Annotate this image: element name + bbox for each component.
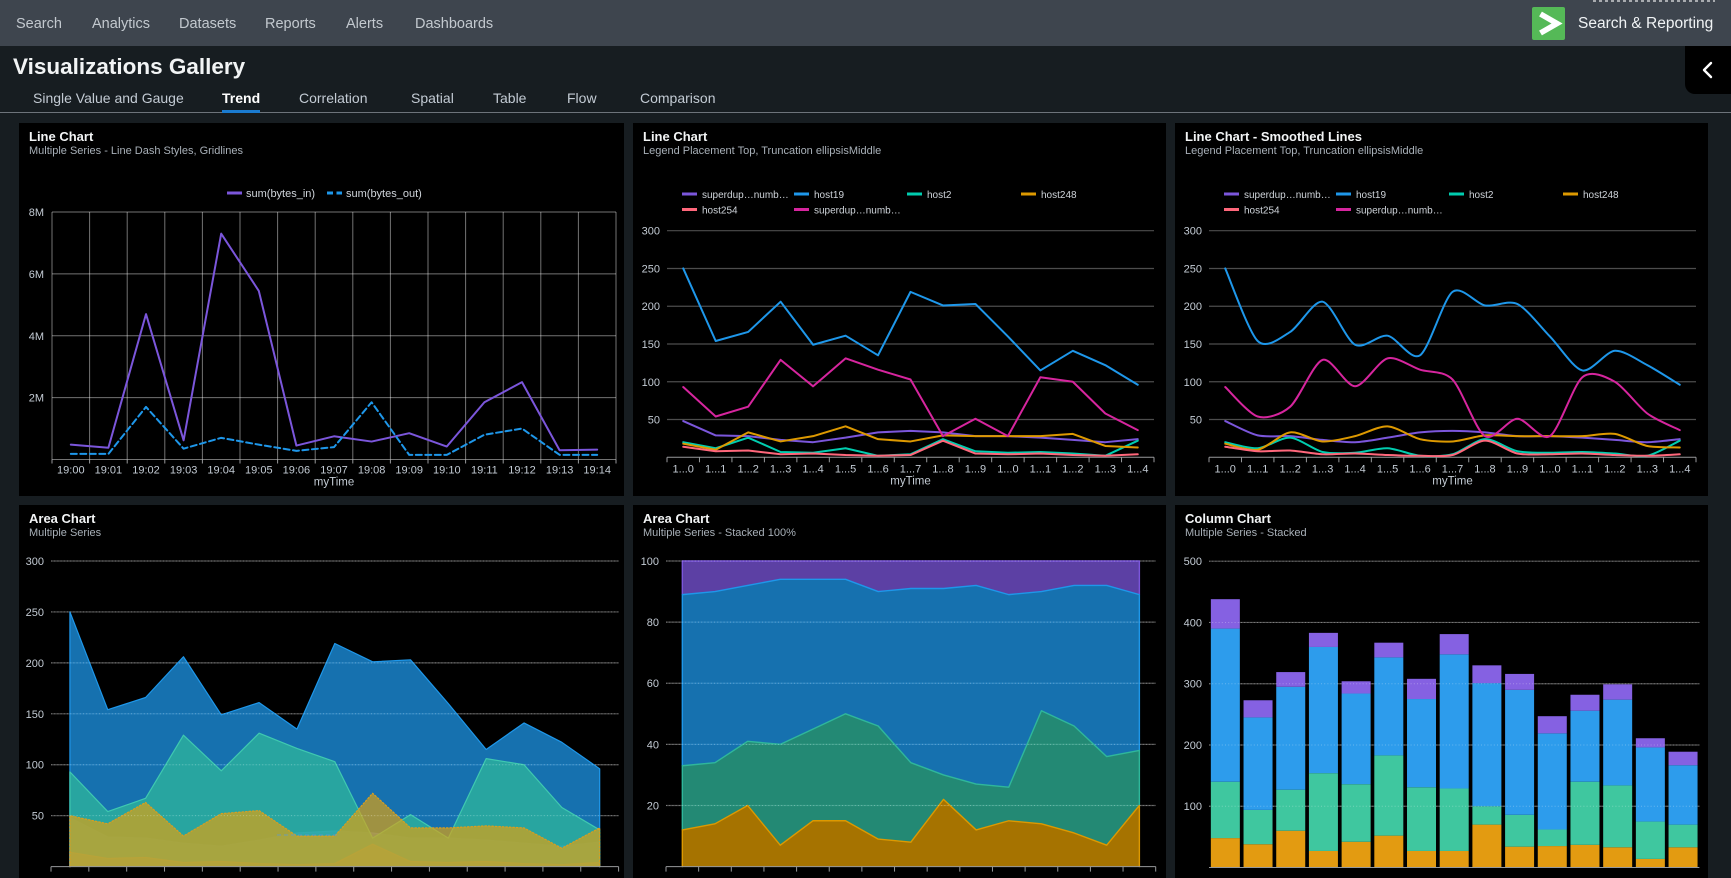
svg-text:100: 100 (1184, 801, 1202, 813)
svg-text:19:08: 19:08 (358, 465, 386, 477)
svg-text:200: 200 (1184, 301, 1202, 313)
svg-text:400: 400 (1184, 617, 1202, 629)
svg-text:19:09: 19:09 (395, 465, 423, 477)
svg-text:100: 100 (26, 760, 44, 772)
svg-text:19:14: 19:14 (583, 465, 611, 477)
svg-text:250: 250 (26, 607, 44, 619)
svg-text:1...0: 1...0 (997, 463, 1018, 475)
svg-text:1...9: 1...9 (1507, 463, 1528, 475)
svg-text:host254: host254 (1244, 206, 1280, 217)
svg-text:4M: 4M (29, 331, 44, 343)
svg-text:500: 500 (1184, 556, 1202, 568)
svg-text:host19: host19 (1356, 190, 1386, 201)
svg-text:100: 100 (1184, 377, 1202, 389)
svg-text:1...2: 1...2 (1604, 463, 1625, 475)
svg-text:host254: host254 (702, 206, 738, 217)
svg-text:1...0: 1...0 (1215, 463, 1236, 475)
svg-text:1...8: 1...8 (1474, 463, 1495, 475)
svg-text:1...0: 1...0 (1539, 463, 1560, 475)
svg-text:superdup…numb…: superdup…numb… (814, 206, 901, 217)
svg-text:myTime: myTime (890, 475, 930, 487)
svg-text:300: 300 (642, 226, 660, 238)
svg-text:myTime: myTime (1432, 475, 1472, 487)
svg-text:1...8: 1...8 (932, 463, 953, 475)
svg-text:300: 300 (26, 556, 44, 568)
svg-text:1...2: 1...2 (737, 463, 758, 475)
svg-text:sum(bytes_out): sum(bytes_out) (346, 188, 422, 200)
svg-text:19:05: 19:05 (245, 465, 273, 477)
svg-text:1...6: 1...6 (867, 463, 888, 475)
svg-text:1...6: 1...6 (1409, 463, 1430, 475)
svg-text:150: 150 (642, 339, 660, 351)
svg-text:1...9: 1...9 (965, 463, 986, 475)
svg-text:superdup…numb…: superdup…numb… (702, 190, 789, 201)
svg-text:1...4: 1...4 (1344, 463, 1365, 475)
svg-text:150: 150 (1184, 339, 1202, 351)
svg-text:19:06: 19:06 (283, 465, 311, 477)
svg-text:19:04: 19:04 (207, 465, 235, 477)
svg-text:1...3: 1...3 (1095, 463, 1116, 475)
svg-text:1...1: 1...1 (705, 463, 726, 475)
svg-text:superdup…numb…: superdup…numb… (1356, 206, 1443, 217)
svg-text:19:07: 19:07 (320, 465, 348, 477)
svg-text:200: 200 (1184, 740, 1202, 752)
svg-text:250: 250 (642, 263, 660, 275)
svg-text:1...4: 1...4 (802, 463, 823, 475)
svg-text:300: 300 (1184, 679, 1202, 691)
svg-text:19:01: 19:01 (95, 465, 123, 477)
svg-text:50: 50 (32, 811, 44, 823)
svg-text:1...5: 1...5 (1377, 463, 1398, 475)
svg-text:19:03: 19:03 (170, 465, 198, 477)
svg-text:1...0: 1...0 (673, 463, 694, 475)
svg-text:host19: host19 (814, 190, 844, 201)
svg-text:50: 50 (1190, 415, 1202, 427)
svg-text:1...3: 1...3 (1312, 463, 1333, 475)
svg-text:200: 200 (642, 301, 660, 313)
svg-text:1...1: 1...1 (1247, 463, 1268, 475)
svg-text:host2: host2 (1469, 190, 1494, 201)
svg-text:300: 300 (1184, 226, 1202, 238)
svg-text:40: 40 (647, 739, 659, 751)
svg-text:1...7: 1...7 (1442, 463, 1463, 475)
svg-text:host248: host248 (1041, 190, 1077, 201)
svg-text:150: 150 (26, 709, 44, 721)
svg-text:100: 100 (641, 556, 659, 568)
svg-text:1...4: 1...4 (1669, 463, 1690, 475)
svg-text:60: 60 (647, 678, 659, 690)
svg-text:1...2: 1...2 (1279, 463, 1300, 475)
svg-text:19:00: 19:00 (57, 465, 85, 477)
svg-text:250: 250 (1184, 263, 1202, 275)
svg-text:1...4: 1...4 (1127, 463, 1148, 475)
svg-text:host248: host248 (1583, 190, 1619, 201)
svg-text:19:02: 19:02 (132, 465, 160, 477)
svg-text:1...1: 1...1 (1030, 463, 1051, 475)
svg-text:myTime: myTime (314, 477, 354, 489)
svg-text:2M: 2M (29, 393, 44, 405)
svg-text:1...1: 1...1 (1572, 463, 1593, 475)
svg-text:1...2: 1...2 (1062, 463, 1083, 475)
svg-text:6M: 6M (29, 269, 44, 281)
svg-text:200: 200 (26, 658, 44, 670)
svg-text:100: 100 (642, 377, 660, 389)
svg-text:19:13: 19:13 (546, 465, 574, 477)
svg-text:19:12: 19:12 (508, 465, 536, 477)
svg-text:1...7: 1...7 (900, 463, 921, 475)
svg-text:50: 50 (648, 415, 660, 427)
svg-text:superdup…numb…: superdup…numb… (1244, 190, 1331, 201)
svg-text:1...5: 1...5 (835, 463, 856, 475)
svg-text:80: 80 (647, 617, 659, 629)
svg-text:host2: host2 (927, 190, 952, 201)
svg-text:8M: 8M (29, 207, 44, 219)
svg-text:1...3: 1...3 (770, 463, 791, 475)
svg-text:20: 20 (647, 800, 659, 812)
svg-text:19:10: 19:10 (433, 465, 461, 477)
svg-text:1...3: 1...3 (1637, 463, 1658, 475)
svg-text:19:11: 19:11 (471, 465, 498, 477)
svg-text:sum(bytes_in): sum(bytes_in) (246, 188, 315, 200)
